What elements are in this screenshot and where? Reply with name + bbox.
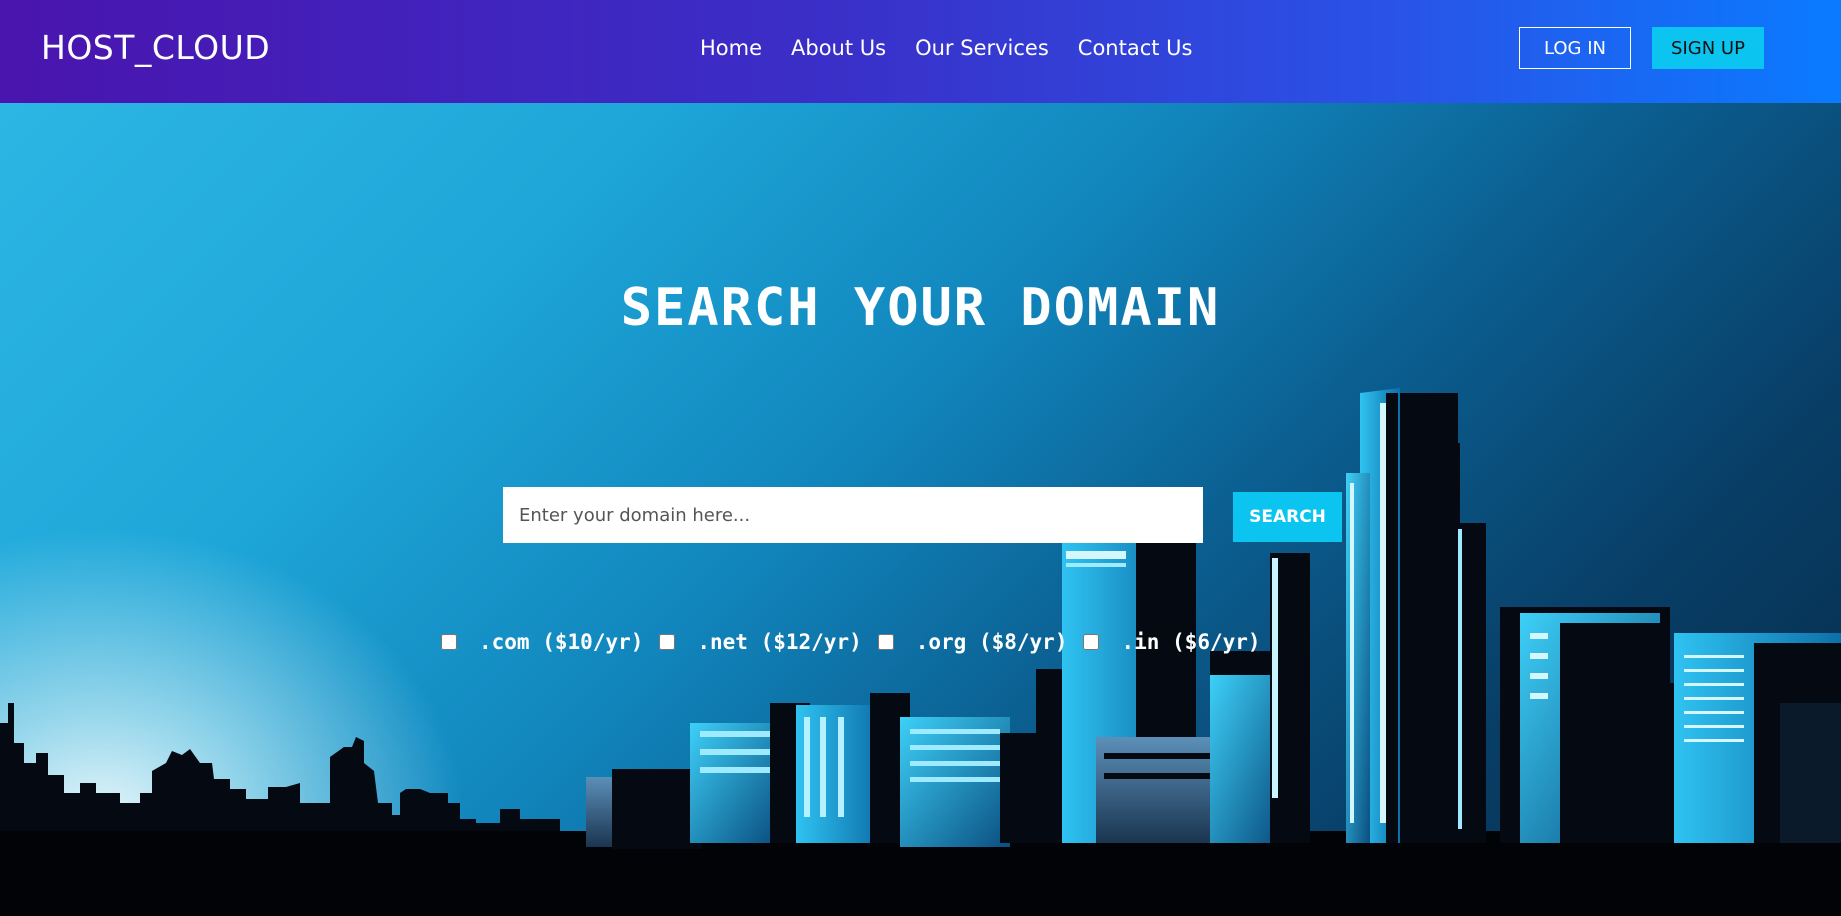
tld-label-com: .com ($10/yr) bbox=[479, 630, 644, 654]
tld-checkbox-com[interactable] bbox=[441, 634, 457, 650]
tld-checkbox-in[interactable] bbox=[1083, 634, 1100, 650]
tld-option-net[interactable]: .net ($12/yr) bbox=[659, 630, 877, 654]
nav-link-home[interactable]: Home bbox=[700, 36, 762, 60]
tld-label-org: .org ($8/yr) bbox=[915, 630, 1068, 654]
top-navbar: HOST_CLOUD Home About Us Our Services Co… bbox=[0, 0, 1841, 103]
main-nav: Home About Us Our Services Contact Us bbox=[700, 36, 1193, 60]
nav-link-contact-us[interactable]: Contact Us bbox=[1078, 36, 1193, 60]
tld-checkbox-net[interactable] bbox=[659, 634, 676, 650]
tld-option-in[interactable]: .in ($6/yr) bbox=[1083, 630, 1276, 654]
tld-options: .com ($10/yr) .net ($12/yr) .org ($8/yr)… bbox=[441, 630, 1277, 654]
hero-section: SEARCH YOUR DOMAIN SEARCH .com ($10/yr) … bbox=[0, 103, 1841, 916]
tld-checkbox-org[interactable] bbox=[877, 634, 894, 650]
tld-label-in: .in ($6/yr) bbox=[1121, 630, 1261, 654]
hero-title: SEARCH YOUR DOMAIN bbox=[620, 278, 1221, 338]
search-button[interactable]: SEARCH bbox=[1233, 492, 1342, 542]
tld-label-net: .net ($12/yr) bbox=[697, 630, 862, 654]
nav-link-our-services[interactable]: Our Services bbox=[915, 36, 1049, 60]
tld-option-com[interactable]: .com ($10/yr) bbox=[441, 630, 659, 654]
site-logo[interactable]: HOST_CLOUD bbox=[41, 28, 270, 67]
login-button[interactable]: LOG IN bbox=[1519, 27, 1631, 69]
domain-search-input[interactable] bbox=[503, 487, 1203, 543]
tld-option-org[interactable]: .org ($8/yr) bbox=[877, 630, 1084, 654]
signup-button[interactable]: SIGN UP bbox=[1652, 27, 1764, 69]
nav-link-about-us[interactable]: About Us bbox=[791, 36, 886, 60]
